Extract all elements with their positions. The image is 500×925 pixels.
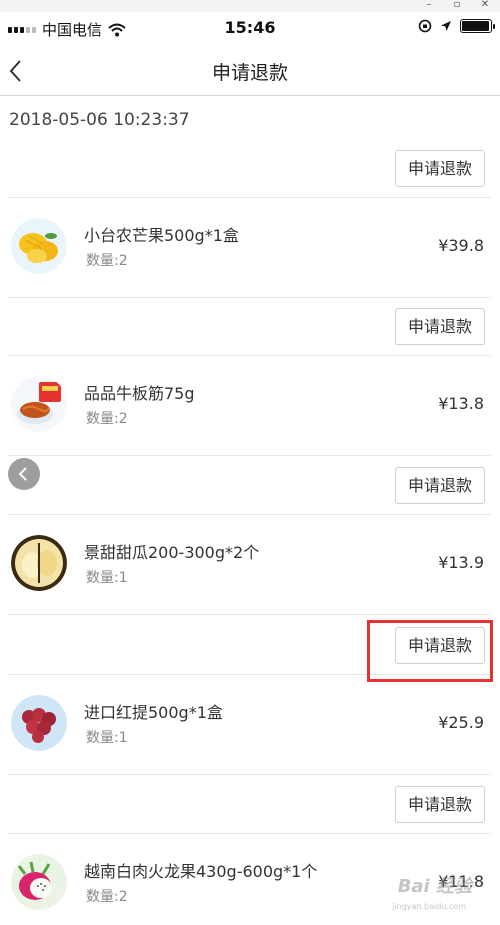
melon-thumbnail xyxy=(11,535,67,591)
item-quantity: 数量:2 xyxy=(86,411,128,427)
watermark-url: jingyan.baidu.com xyxy=(392,902,466,911)
refund-button[interactable]: 申请退款 xyxy=(395,150,485,187)
chevron-left-icon xyxy=(18,467,27,481)
highlight-annotation xyxy=(367,620,493,682)
window-chrome: – ▫ ✕ xyxy=(0,0,500,12)
status-bar: 中国电信 15:46 xyxy=(0,12,500,46)
item-quantity: 数量:2 xyxy=(86,253,128,269)
minimize-icon[interactable]: – xyxy=(418,0,440,12)
list-item[interactable]: 进口红提500g*1盒 数量:1 ¥25.9 xyxy=(9,675,491,775)
item-name: 品品牛板筋75g xyxy=(84,384,195,403)
battery-icon xyxy=(460,19,495,33)
item-quantity: 数量:2 xyxy=(86,889,128,905)
refund-row: 申请退款 xyxy=(9,140,491,198)
item-name: 越南白肉火龙果430g-600g*1个 xyxy=(84,862,318,881)
beef-snack-thumbnail xyxy=(11,376,67,432)
page-title: 申请退款 xyxy=(211,62,288,84)
refund-row: 申请退款 xyxy=(9,776,491,834)
item-price: ¥13.8 xyxy=(438,394,484,413)
orientation-lock-icon xyxy=(418,19,432,33)
list-item[interactable]: 品品牛板筋75g 数量:2 ¥13.8 xyxy=(9,356,491,456)
refund-row: 申请退款 xyxy=(9,298,491,356)
refund-button[interactable]: 申请退款 xyxy=(395,786,485,823)
item-name: 进口红提500g*1盒 xyxy=(84,703,223,722)
red-grape-thumbnail xyxy=(11,695,67,751)
battery-level xyxy=(462,21,489,31)
item-price: ¥25.9 xyxy=(438,713,484,732)
order-timestamp: 2018-05-06 10:23:37 xyxy=(9,110,190,130)
refund-button[interactable]: 申请退款 xyxy=(395,308,485,345)
item-quantity: 数量:1 xyxy=(86,730,128,746)
item-quantity: 数量:1 xyxy=(86,570,128,586)
refund-row: 申请退款 xyxy=(9,457,491,515)
dragon-fruit-thumbnail xyxy=(11,854,67,910)
mango-thumbnail xyxy=(11,218,67,274)
item-name: 景甜甜瓜200-300g*2个 xyxy=(84,543,260,562)
item-price: ¥13.9 xyxy=(438,553,484,572)
item-price: ¥39.8 xyxy=(438,236,484,255)
watermark: Bai 经验 xyxy=(397,876,472,897)
floating-back-button[interactable] xyxy=(8,458,40,490)
nav-bar: 申请退款 xyxy=(0,46,500,96)
status-right xyxy=(418,19,495,33)
refund-button[interactable]: 申请退款 xyxy=(395,467,485,504)
maximize-icon[interactable]: ▫ xyxy=(446,0,468,12)
item-name: 小台农芒果500g*1盒 xyxy=(84,226,239,245)
location-icon xyxy=(441,21,451,31)
close-icon[interactable]: ✕ xyxy=(474,0,496,12)
list-item[interactable]: 小台农芒果500g*1盒 数量:2 ¥39.8 xyxy=(9,198,491,298)
list-item[interactable]: 景甜甜瓜200-300g*2个 数量:1 ¥13.9 xyxy=(9,515,491,615)
